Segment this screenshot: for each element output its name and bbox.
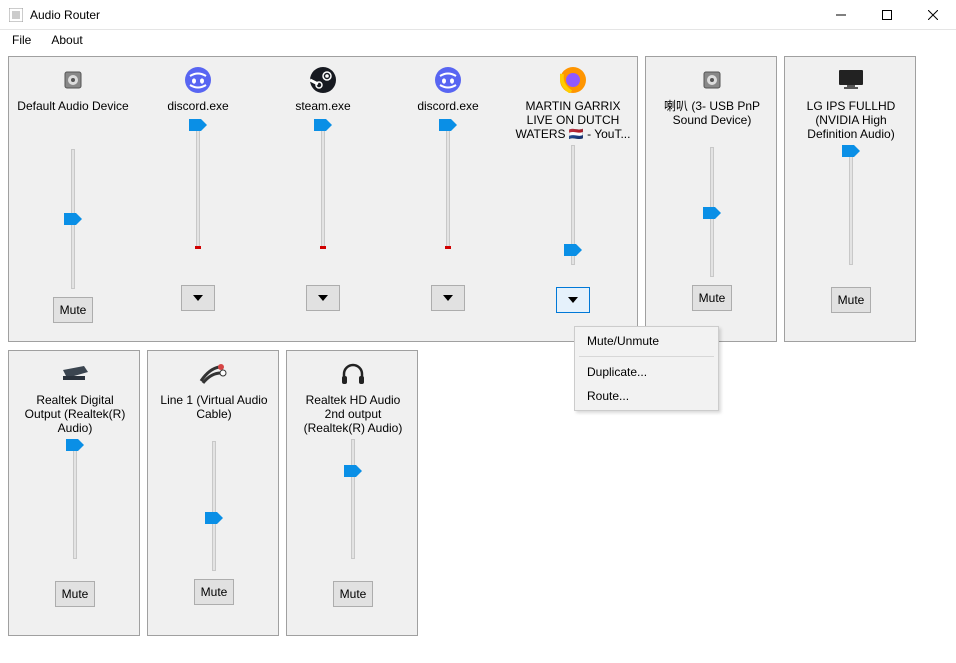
firefox-icon bbox=[511, 63, 635, 97]
volume-slider[interactable] bbox=[841, 145, 861, 265]
device-virtual-cable: Line 1 (Virtual AudioCable) Mute bbox=[152, 357, 276, 605]
discord-icon bbox=[136, 63, 260, 97]
panel-lg: LG IPS FULLHD(NVIDIA HighDefinition Audi… bbox=[784, 56, 916, 342]
app-icon bbox=[8, 7, 24, 23]
volume-slider[interactable] bbox=[563, 145, 583, 265]
slider-thumb[interactable] bbox=[64, 213, 82, 225]
volume-slider[interactable] bbox=[204, 441, 224, 571]
device-label: LG IPS FULLHD(NVIDIA HighDefinition Audi… bbox=[793, 99, 909, 141]
window-controls bbox=[818, 0, 956, 29]
panel-realtek-2nd: Realtek HD Audio2nd output(Realtek(R) Au… bbox=[286, 350, 418, 636]
panel-realtek-digital: Realtek DigitalOutput (Realtek(R)Audio) … bbox=[8, 350, 140, 636]
device-label: Realtek HD Audio2nd output(Realtek(R) Au… bbox=[295, 393, 411, 435]
panel-virtual-cable: Line 1 (Virtual AudioCable) Mute bbox=[147, 350, 279, 636]
volume-slider[interactable] bbox=[313, 119, 333, 249]
menu-duplicate[interactable]: Duplicate... bbox=[577, 360, 716, 384]
device-label: 喇叭 (3- USB PnPSound Device) bbox=[654, 99, 770, 127]
device-default: Default Audio Device Mute bbox=[11, 63, 135, 323]
menu-file[interactable]: File bbox=[6, 31, 37, 49]
device-label: Line 1 (Virtual AudioCable) bbox=[156, 393, 272, 421]
app-label: discord.exe bbox=[140, 99, 256, 113]
discord-icon bbox=[386, 63, 510, 97]
slider-thumb[interactable] bbox=[344, 465, 362, 477]
mute-button[interactable]: Mute bbox=[53, 297, 94, 323]
device-lg-monitor: LG IPS FULLHD(NVIDIA HighDefinition Audi… bbox=[789, 63, 913, 313]
hardware-icon bbox=[13, 357, 137, 391]
app-discord-1: discord.exe bbox=[136, 63, 260, 311]
volume-slider[interactable] bbox=[65, 439, 85, 559]
peak-indicator bbox=[195, 246, 201, 249]
slider-thumb[interactable] bbox=[189, 119, 207, 131]
app-label: MARTIN GARRIX LIVE ON DUTCH WATERS 🇳🇱 - … bbox=[515, 99, 631, 141]
menu-route[interactable]: Route... bbox=[577, 384, 716, 408]
context-menu: Mute/Unmute Duplicate... Route... bbox=[574, 326, 719, 411]
app-label: discord.exe bbox=[390, 99, 506, 113]
mute-button[interactable]: Mute bbox=[831, 287, 872, 313]
panel-apps: Default Audio Device Mute discord.exe bbox=[8, 56, 638, 342]
slider-thumb[interactable] bbox=[703, 207, 721, 219]
device-realtek-2nd: Realtek HD Audio2nd output(Realtek(R) Au… bbox=[291, 357, 415, 607]
app-discord-2: discord.exe bbox=[386, 63, 510, 311]
volume-slider[interactable] bbox=[63, 149, 83, 289]
app-steam: steam.exe bbox=[261, 63, 385, 311]
volume-slider[interactable] bbox=[438, 119, 458, 249]
maximize-button[interactable] bbox=[864, 0, 910, 29]
speaker-icon bbox=[650, 63, 774, 97]
app-label: steam.exe bbox=[265, 99, 381, 113]
slider-thumb[interactable] bbox=[66, 439, 84, 451]
slider-thumb[interactable] bbox=[564, 244, 582, 256]
cable-icon bbox=[152, 357, 276, 391]
mute-button[interactable]: Mute bbox=[692, 285, 733, 311]
mute-button[interactable]: Mute bbox=[55, 581, 96, 607]
slider-thumb[interactable] bbox=[314, 119, 332, 131]
volume-slider[interactable] bbox=[188, 119, 208, 249]
volume-slider[interactable] bbox=[702, 147, 722, 277]
close-button[interactable] bbox=[910, 0, 956, 29]
menu-mute-unmute[interactable]: Mute/Unmute bbox=[577, 329, 716, 353]
slider-thumb[interactable] bbox=[205, 512, 223, 524]
minimize-button[interactable] bbox=[818, 0, 864, 29]
app-firefox: MARTIN GARRIX LIVE ON DUTCH WATERS 🇳🇱 - … bbox=[511, 63, 635, 313]
mute-button[interactable]: Mute bbox=[194, 579, 235, 605]
route-dropdown[interactable] bbox=[431, 285, 465, 311]
menubar: File About bbox=[0, 30, 956, 50]
menu-about[interactable]: About bbox=[45, 31, 88, 49]
device-realtek-digital: Realtek DigitalOutput (Realtek(R)Audio) … bbox=[13, 357, 137, 607]
steam-icon bbox=[261, 63, 385, 97]
monitor-icon bbox=[789, 63, 913, 97]
device-usb-pnp: 喇叭 (3- USB PnPSound Device) Mute bbox=[650, 63, 774, 311]
route-dropdown[interactable] bbox=[556, 287, 590, 313]
workspace: Default Audio Device Mute discord.exe bbox=[8, 56, 948, 655]
route-dropdown[interactable] bbox=[306, 285, 340, 311]
route-dropdown[interactable] bbox=[181, 285, 215, 311]
window-title: Audio Router bbox=[30, 8, 818, 22]
peak-indicator bbox=[445, 246, 451, 249]
slider-thumb[interactable] bbox=[842, 145, 860, 157]
speaker-icon bbox=[11, 63, 135, 97]
menu-separator bbox=[579, 356, 714, 357]
peak-indicator bbox=[320, 246, 326, 249]
mute-button[interactable]: Mute bbox=[333, 581, 374, 607]
headphones-icon bbox=[291, 357, 415, 391]
volume-slider[interactable] bbox=[343, 439, 363, 559]
panel-usb: 喇叭 (3- USB PnPSound Device) Mute bbox=[645, 56, 777, 342]
titlebar: Audio Router bbox=[0, 0, 956, 30]
slider-thumb[interactable] bbox=[439, 119, 457, 131]
device-label: Realtek DigitalOutput (Realtek(R)Audio) bbox=[17, 393, 133, 435]
device-label: Default Audio Device bbox=[15, 99, 131, 113]
